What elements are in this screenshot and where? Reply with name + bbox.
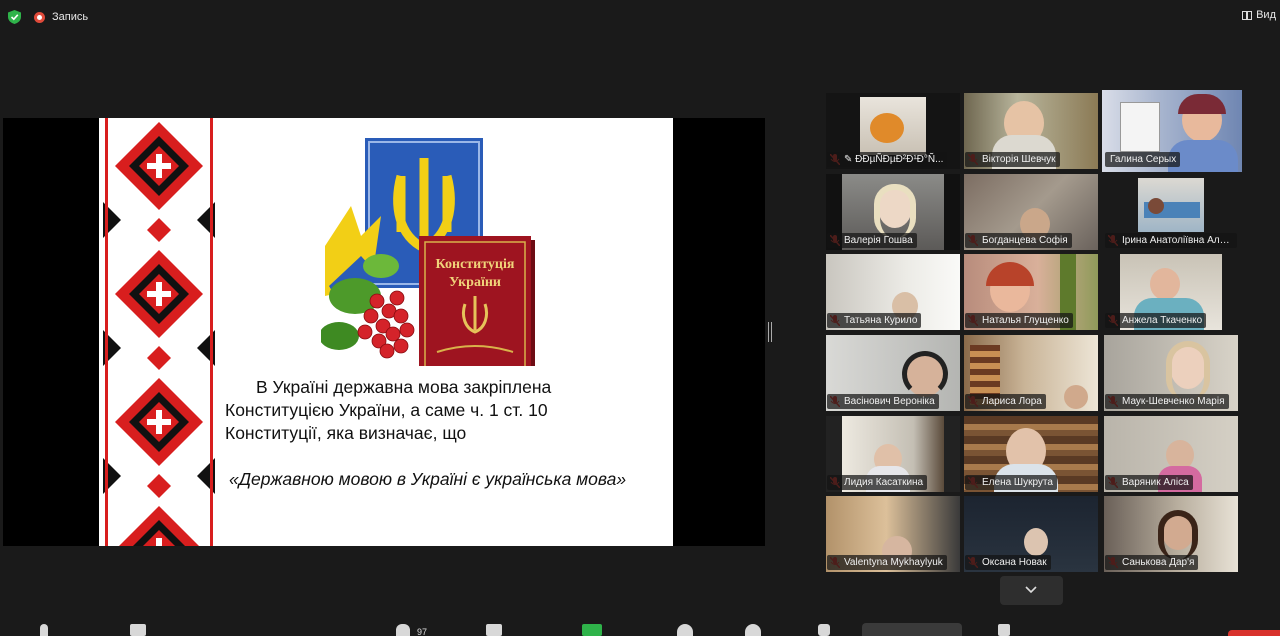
participant-name: Маук-Шевченко Марія <box>1105 394 1229 409</box>
slide-line-3: Конституції, яка визначає, що <box>225 423 467 443</box>
chevron-down-icon <box>1025 586 1037 594</box>
participant-name: Санькова Дар'я <box>1105 555 1199 570</box>
view-label: Вид <box>1256 9 1276 21</box>
view-button[interactable]: Вид <box>1242 9 1276 21</box>
recording-indicator[interactable]: Запись <box>34 9 88 25</box>
participant-name: Вікторія Шевчук <box>965 152 1060 167</box>
embroidery-ornament <box>103 118 215 546</box>
record-icon <box>34 11 45 23</box>
resize-handle[interactable] <box>768 322 772 342</box>
slide-line-2: Конституцією України, а саме ч. 1 ст. 10 <box>225 400 548 420</box>
top-bar: Запись Вид <box>0 0 1280 34</box>
reactions-icon[interactable] <box>745 624 761 636</box>
participant-name: Галина Серых <box>1105 152 1181 167</box>
participant-tile[interactable]: Анжела Ткаченко <box>1104 254 1238 330</box>
end-meeting-button[interactable] <box>1228 630 1280 636</box>
recording-label: Запись <box>52 11 89 23</box>
participant-tile[interactable]: Лариса Лора <box>964 335 1098 411</box>
whiteboard-button[interactable] <box>862 623 962 636</box>
participant-name: Васінович Вероніка <box>827 394 939 409</box>
participant-tile[interactable]: Санькова Дар'я <box>1104 496 1238 572</box>
slide-quote: «Державною мовою в Україні є українська … <box>229 469 627 489</box>
participant-tile[interactable]: Ірина Анатоліївна Але... <box>1104 174 1238 250</box>
participant-tile[interactable]: Варяник Аліса <box>1104 416 1238 492</box>
participant-name: ✎ ÐÐµÑÐµÐ²Ð¹Ð°Ñ... <box>827 152 948 167</box>
apps-icon[interactable] <box>818 624 830 636</box>
chat-icon[interactable] <box>486 624 502 636</box>
pin-icon: ✎ <box>844 154 856 165</box>
participants-icon[interactable] <box>396 624 410 636</box>
constitution-illustration: Конституція України <box>321 138 535 366</box>
book-title-line1: Конституція <box>436 257 515 272</box>
participants-count: 97 <box>417 627 428 636</box>
participant-tile-active-speaker[interactable]: Галина Серых <box>1102 90 1242 172</box>
participant-name: Наталья Глущенко <box>965 313 1073 328</box>
participant-tile[interactable]: Богданцева Софія <box>964 174 1098 250</box>
shared-screen: Конституція України В Україні державна м… <box>3 118 765 546</box>
participant-name: Варяник Аліса <box>1105 475 1193 490</box>
participant-tile[interactable]: Лидия Касаткина <box>826 416 960 492</box>
participant-tile[interactable]: Валерія Гошва <box>826 174 960 250</box>
participant-name: Богданцева Софія <box>965 233 1072 248</box>
participant-tile[interactable]: Татьяна Курило <box>826 254 960 330</box>
next-page-button[interactable] <box>1000 576 1063 605</box>
presentation-slide: Конституція України В Україні державна м… <box>99 118 673 546</box>
participant-name: Лидия Касаткина <box>827 475 928 490</box>
book-title-line2: України <box>449 275 501 290</box>
participant-name: Елена Шукрута <box>965 475 1057 490</box>
slide-line-1: В Україні державна мова закріплена <box>256 377 552 397</box>
notes-icon[interactable] <box>998 624 1010 636</box>
participant-name: Татьяна Курило <box>827 313 922 328</box>
participant-name: Анжела Ткаченко <box>1105 313 1207 328</box>
participant-tile[interactable]: Вікторія Шевчук <box>964 93 1098 169</box>
participant-name: Ірина Анатоліївна Але... <box>1105 233 1237 248</box>
participant-name: Valentyna Mykhaylyuk <box>827 555 947 570</box>
record-button-icon[interactable] <box>677 624 693 636</box>
participant-tile[interactable]: Елена Шукрута <box>964 416 1098 492</box>
slide-body-text: В Україні державна мова закріплена Конст… <box>225 376 551 445</box>
participant-tile[interactable]: Оксана Новак <box>964 496 1098 572</box>
participant-name: Оксана Новак <box>965 555 1051 570</box>
shield-icon[interactable] <box>8 10 21 24</box>
view-icon <box>1242 10 1253 20</box>
participant-tile[interactable]: Наталья Глущенко <box>964 254 1098 330</box>
participant-tile[interactable]: Маук-Шевченко Марія <box>1104 335 1238 411</box>
mic-icon[interactable] <box>40 624 48 636</box>
participant-tile[interactable]: Valentyna Mykhaylyuk <box>826 496 960 572</box>
camera-icon[interactable] <box>130 624 146 636</box>
participant-tile[interactable]: ✎ ÐÐµÑÐµÐ²Ð¹Ð°Ñ... <box>826 93 960 169</box>
share-screen-icon[interactable] <box>582 624 602 636</box>
participant-name: Лариса Лора <box>965 394 1046 409</box>
participant-tile[interactable]: Васінович Вероніка <box>826 335 960 411</box>
participant-name: Валерія Гошва <box>827 233 917 248</box>
